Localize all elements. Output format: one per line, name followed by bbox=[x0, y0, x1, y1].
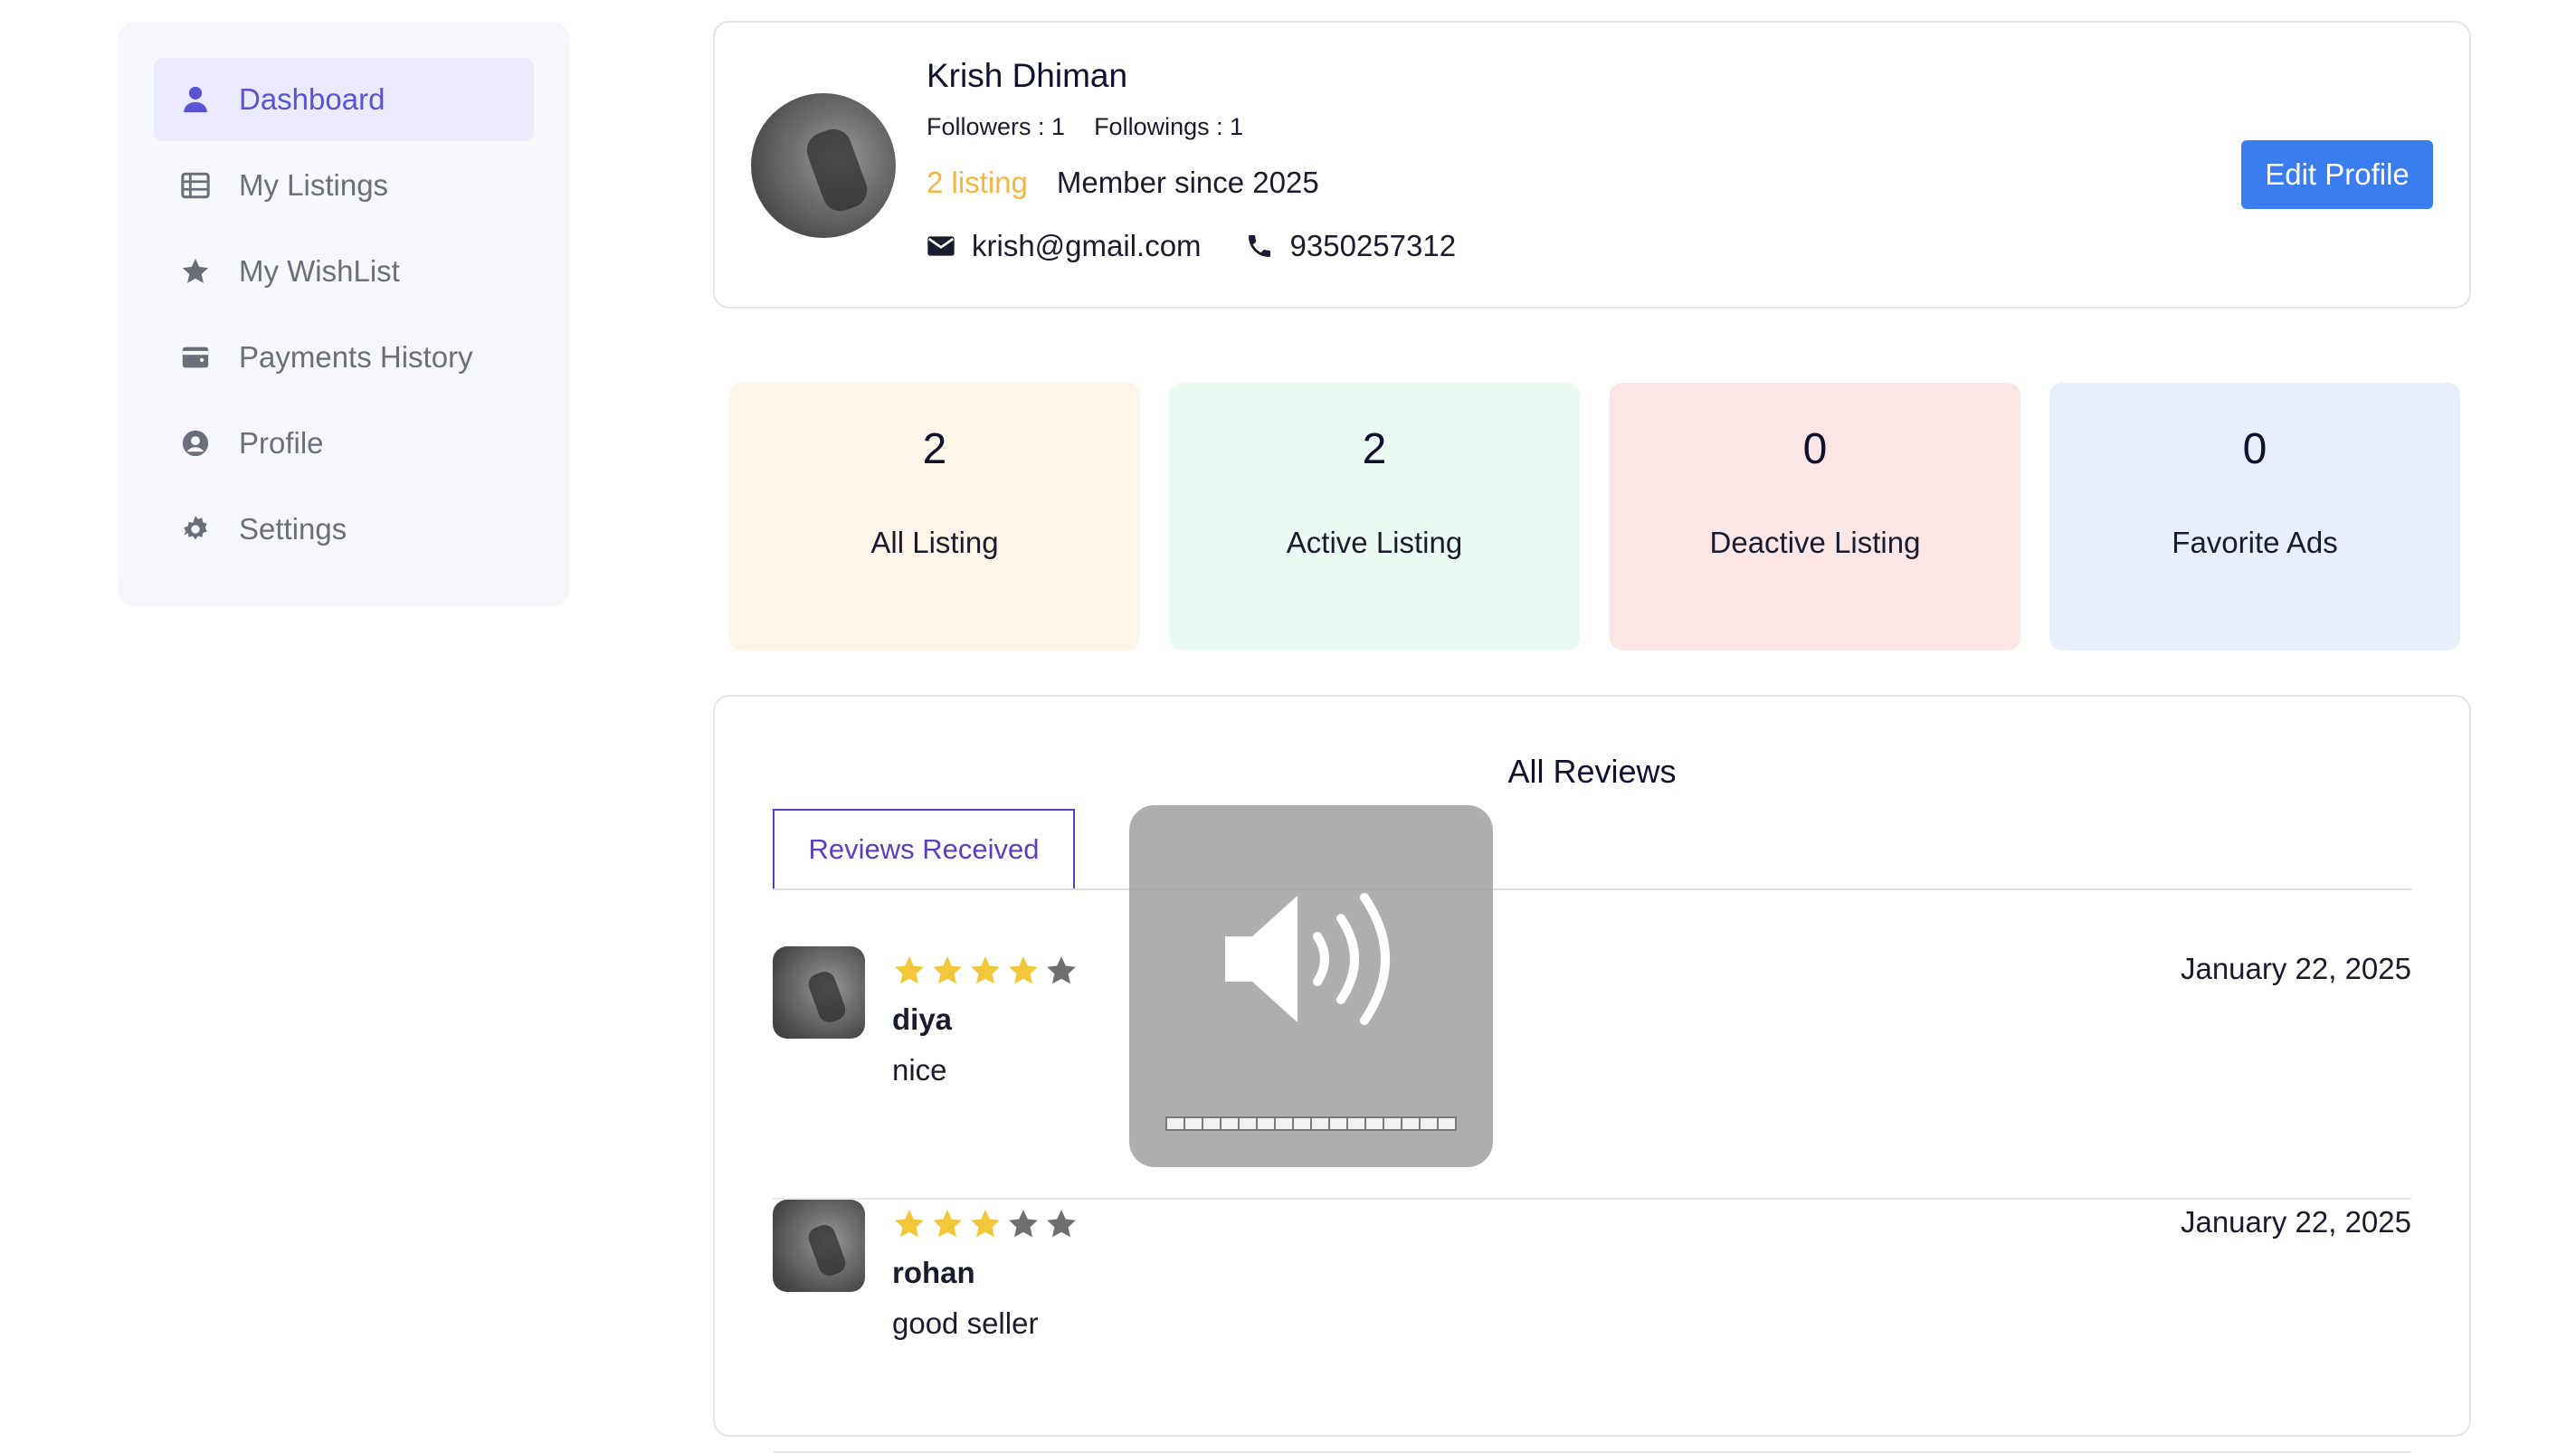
sidebar-item-dashboard[interactable]: Dashboard bbox=[154, 58, 534, 141]
reviewer-avatar bbox=[773, 946, 865, 1039]
stat-value: 0 bbox=[2242, 425, 2267, 473]
reviews-card: All Reviews Reviews Received diya nice J… bbox=[713, 695, 2471, 1453]
stat-label: Deactive Listing bbox=[1709, 526, 1921, 559]
volume-segment bbox=[1312, 1118, 1328, 1129]
star-icon bbox=[177, 253, 214, 290]
sidebar-item-my-listings[interactable]: My Listings bbox=[154, 144, 534, 227]
phone-icon bbox=[1248, 235, 1270, 257]
star-filled-icon bbox=[971, 1210, 1000, 1238]
reviewer-avatar bbox=[773, 1200, 865, 1292]
star-filled-icon bbox=[933, 1210, 962, 1238]
sidebar: Dashboard My Listings My WishList Paymen… bbox=[118, 22, 570, 606]
avatar bbox=[751, 93, 896, 238]
volume-segment bbox=[1439, 1118, 1455, 1129]
star-empty-icon bbox=[1047, 1210, 1076, 1238]
volume-segment bbox=[1348, 1118, 1364, 1129]
member-since: Member since 2025 bbox=[1056, 166, 1319, 199]
sidebar-item-settings[interactable]: Settings bbox=[154, 488, 534, 571]
stat-label: All Listing bbox=[870, 526, 999, 559]
volume-segment bbox=[1421, 1118, 1437, 1129]
stat-card-deactive-listing[interactable]: 0 Deactive Listing bbox=[1610, 383, 2020, 651]
sidebar-item-payments-history[interactable]: Payments History bbox=[154, 316, 534, 399]
listing-count: 2 listing bbox=[927, 166, 1028, 199]
envelope-icon bbox=[927, 236, 955, 256]
reviewer-name: diya bbox=[892, 1002, 953, 1036]
sidebar-item-label: My WishList bbox=[239, 254, 400, 288]
stat-card-favorite-ads[interactable]: 0 Favorite Ads bbox=[2049, 383, 2460, 651]
review-date: January 22, 2025 bbox=[2180, 1205, 2411, 1239]
speaker-volume-icon bbox=[1225, 893, 1390, 1025]
wallet-icon bbox=[177, 339, 214, 375]
volume-segment bbox=[1276, 1118, 1292, 1129]
sidebar-item-my-wishlist[interactable]: My WishList bbox=[154, 230, 534, 313]
follow-stats: Followers : 1 Followings : 1 bbox=[927, 113, 1243, 141]
sidebar-item-label: Profile bbox=[239, 426, 324, 460]
volume-overlay bbox=[1129, 805, 1493, 1167]
stat-label: Favorite Ads bbox=[2172, 526, 2338, 559]
sidebar-item-label: My Listings bbox=[239, 168, 389, 202]
stat-value: 2 bbox=[922, 425, 947, 473]
star-rating bbox=[892, 1207, 1079, 1241]
volume-segment bbox=[1384, 1118, 1401, 1129]
stat-label: Active Listing bbox=[1286, 526, 1463, 559]
volume-segment bbox=[1294, 1118, 1310, 1129]
star-filled-icon bbox=[895, 956, 924, 984]
edit-profile-button[interactable]: Edit Profile bbox=[2241, 140, 2433, 209]
volume-segment bbox=[1258, 1118, 1274, 1129]
star-empty-icon bbox=[1047, 956, 1076, 984]
profile-card: Krish Dhiman Followers : 1 Followings : … bbox=[713, 21, 2471, 309]
volume-segment bbox=[1203, 1118, 1220, 1129]
stat-value: 2 bbox=[1362, 425, 1387, 473]
volume-segment bbox=[1185, 1118, 1202, 1129]
tab-reviews-received[interactable]: Reviews Received bbox=[773, 809, 1075, 890]
sidebar-item-label: Dashboard bbox=[239, 82, 385, 116]
star-filled-icon bbox=[895, 1210, 924, 1238]
contact-info: krish@gmail.com 9350257312 bbox=[927, 229, 1499, 263]
volume-segment bbox=[1167, 1118, 1183, 1129]
phone-contact: 9350257312 bbox=[1245, 229, 1457, 263]
gear-icon bbox=[177, 511, 214, 547]
listing-info: 2 listing Member since 2025 bbox=[927, 166, 1319, 200]
followers-count[interactable]: Followers : 1 bbox=[927, 113, 1065, 141]
sidebar-item-label: Settings bbox=[239, 512, 347, 546]
reviews-title: All Reviews bbox=[1507, 753, 1677, 790]
star-filled-icon bbox=[933, 956, 962, 984]
volume-segment bbox=[1402, 1118, 1419, 1129]
email-text: krish@gmail.com bbox=[972, 229, 1202, 262]
stat-card-all-listing[interactable]: 2 All Listing bbox=[729, 383, 1140, 651]
sidebar-item-profile[interactable]: Profile bbox=[154, 402, 534, 485]
star-empty-icon bbox=[1009, 1210, 1038, 1238]
review-item: rohan good seller January 22, 2025 bbox=[773, 1200, 2411, 1453]
email-contact: krish@gmail.com bbox=[927, 229, 1202, 263]
stat-value: 0 bbox=[1802, 425, 1828, 473]
sidebar-item-label: Payments History bbox=[239, 340, 473, 374]
volume-segment bbox=[1240, 1118, 1256, 1129]
reviewer-name: rohan bbox=[892, 1256, 975, 1289]
volume-segment bbox=[1330, 1118, 1346, 1129]
volume-level-bar bbox=[1165, 1116, 1457, 1131]
review-date: January 22, 2025 bbox=[2180, 952, 2411, 985]
user-circle-icon bbox=[177, 425, 214, 461]
volume-segment bbox=[1366, 1118, 1383, 1129]
review-item: diya nice January 22, 2025 bbox=[773, 946, 2411, 1200]
tabs-divider bbox=[773, 888, 2411, 890]
profile-name: Krish Dhiman bbox=[927, 57, 1128, 94]
review-text: nice bbox=[892, 1053, 947, 1087]
list-icon bbox=[177, 167, 214, 204]
followings-count[interactable]: Followings : 1 bbox=[1094, 113, 1243, 141]
star-filled-icon bbox=[1009, 956, 1038, 984]
phone-text: 9350257312 bbox=[1289, 229, 1457, 262]
star-filled-icon bbox=[971, 956, 1000, 984]
review-text: good seller bbox=[892, 1306, 1039, 1340]
stat-card-active-listing[interactable]: 2 Active Listing bbox=[1169, 383, 1580, 651]
star-rating bbox=[892, 954, 1079, 988]
user-icon bbox=[177, 81, 214, 118]
volume-segment bbox=[1221, 1118, 1238, 1129]
